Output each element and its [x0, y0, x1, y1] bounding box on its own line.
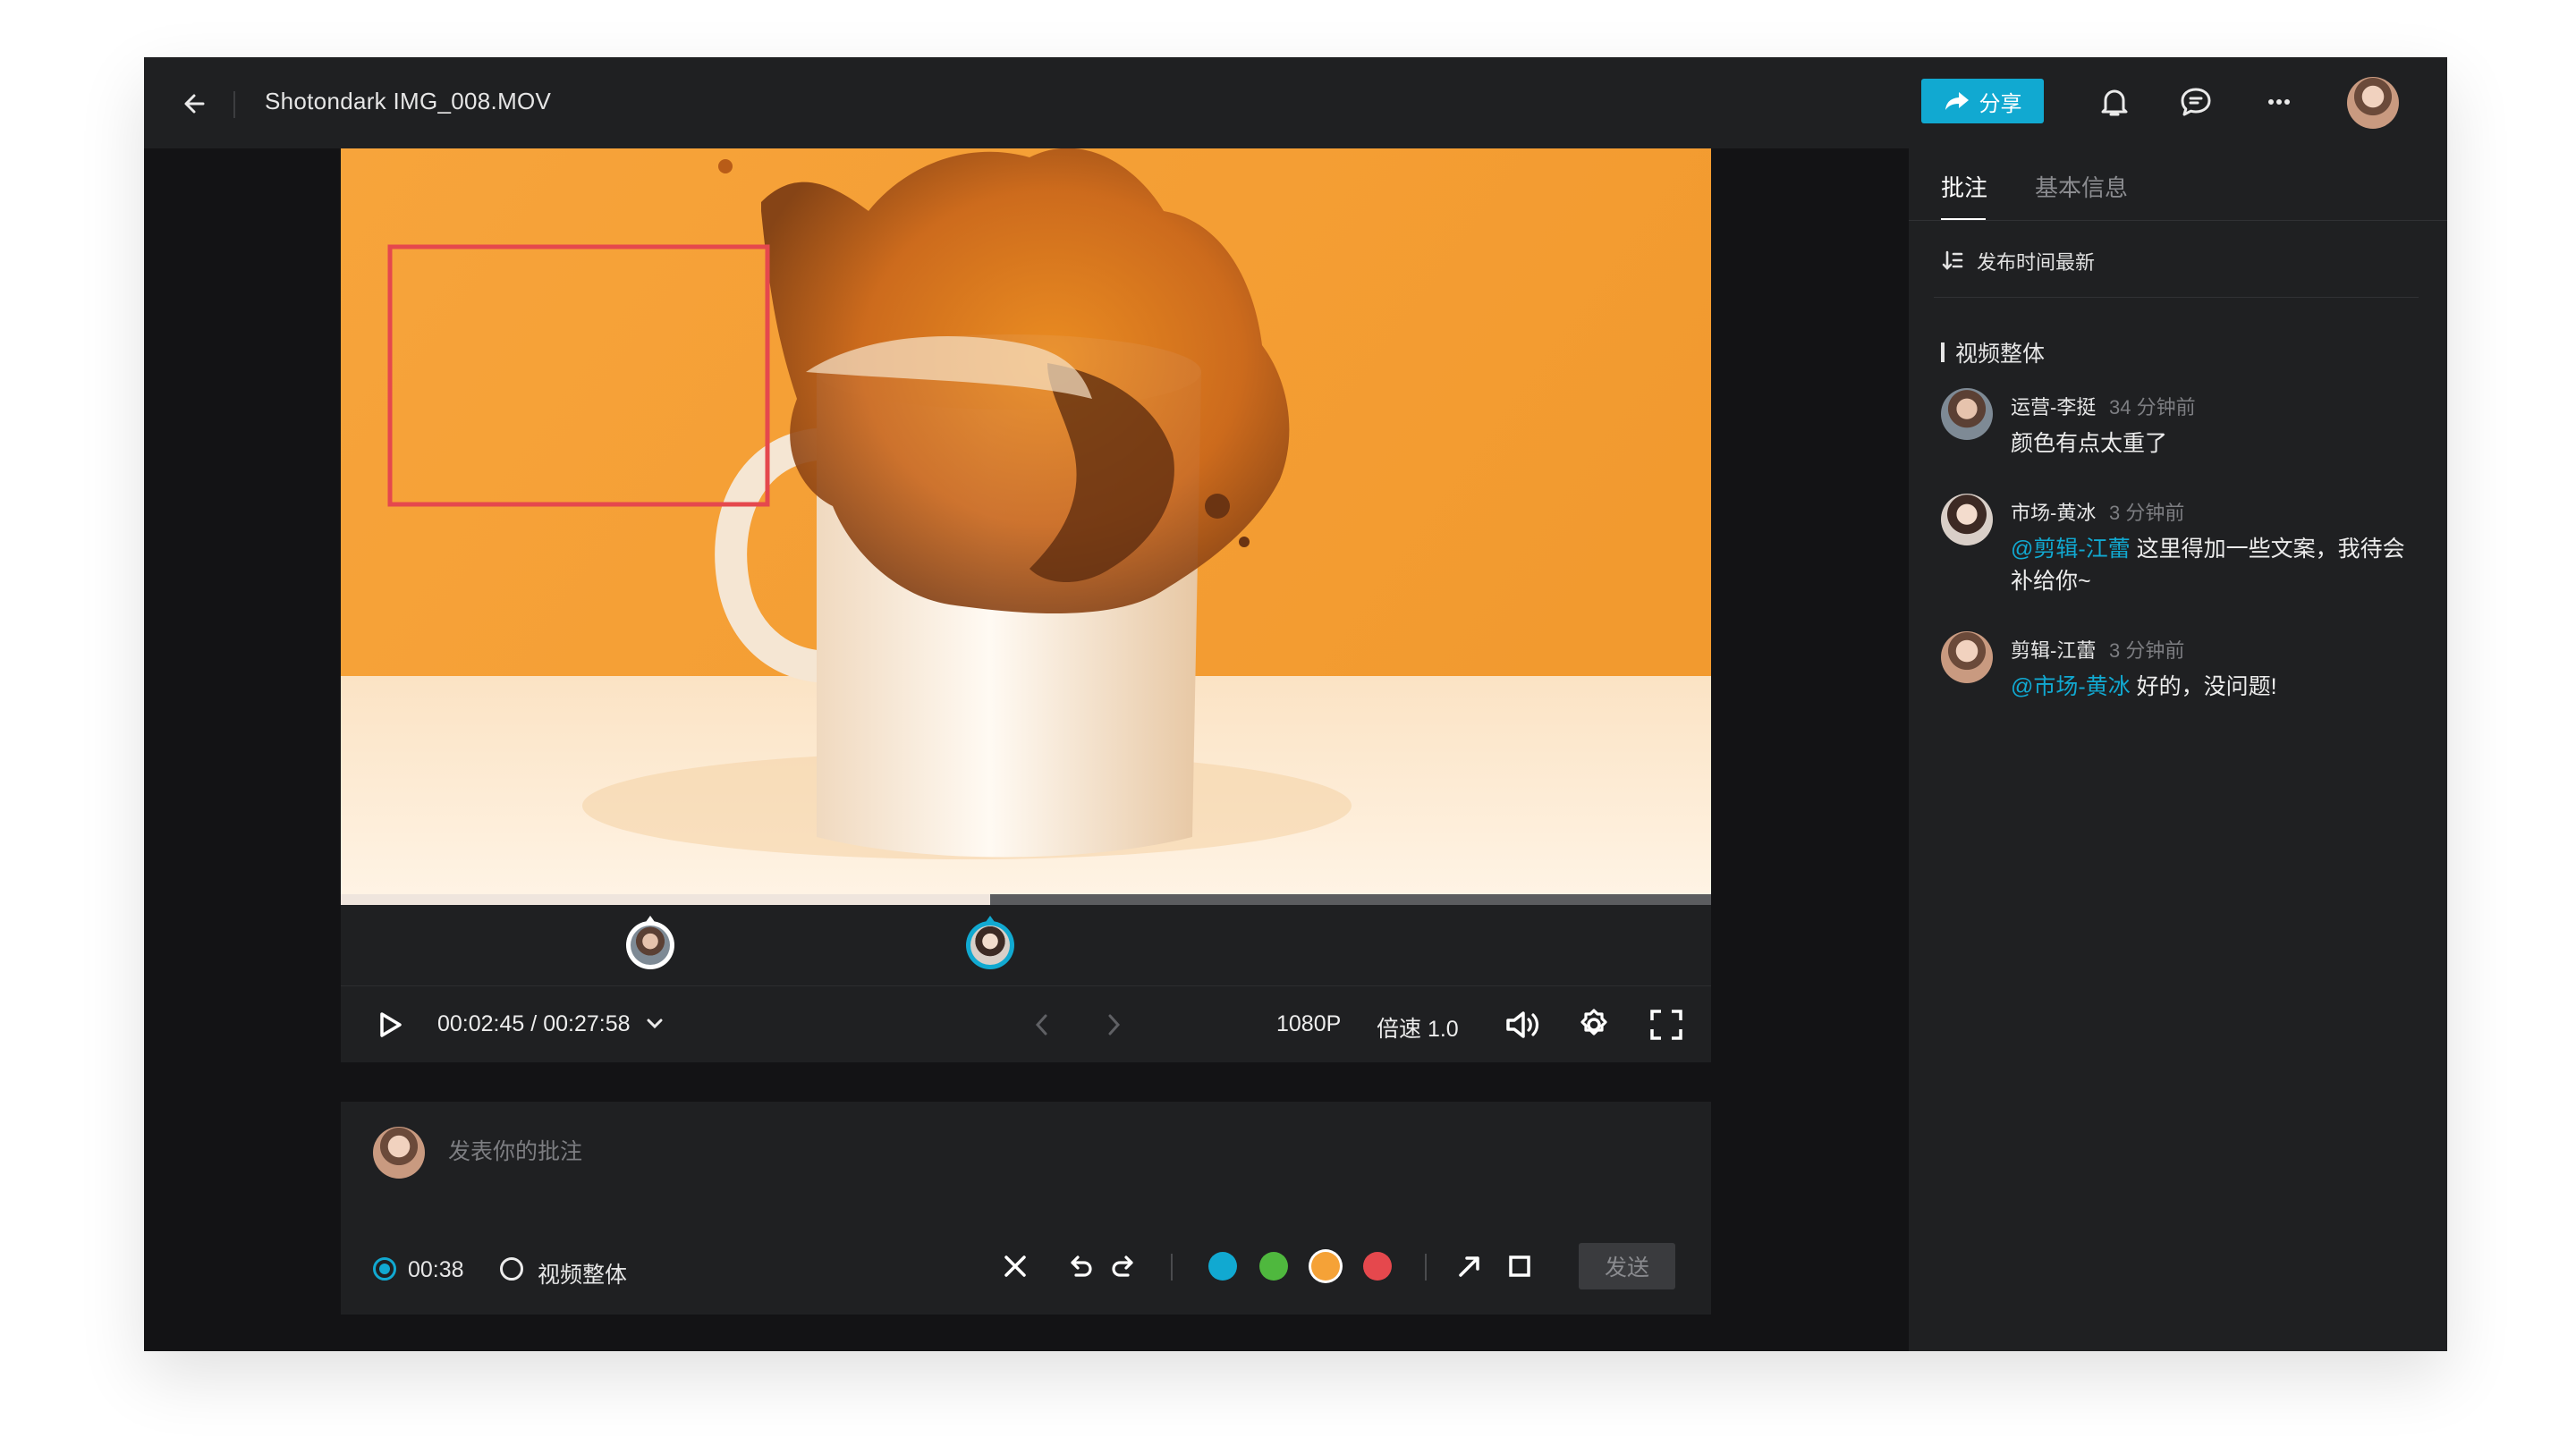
color-swatch-orange[interactable]	[1311, 1252, 1340, 1281]
top-bar: Shotondark IMG_008.MOV 分享	[144, 57, 2447, 148]
composer-avatar	[373, 1127, 425, 1179]
comment-body: @市场-黄冰 好的，没问题!	[2011, 671, 2422, 703]
more-icon[interactable]	[2258, 81, 2300, 123]
chat-bubble-icon[interactable]	[2175, 81, 2216, 123]
comment-input[interactable]	[448, 1134, 1611, 1170]
comment-author: 剪辑-江蕾	[2011, 639, 2097, 662]
comment-body: @剪辑-江蕾 这里得加一些文案，我待会补给你~	[2011, 533, 2422, 597]
video-frame[interactable]	[341, 148, 1711, 905]
time-separator: /	[530, 1011, 538, 1036]
comment-time: 3 分钟前	[2109, 502, 2185, 524]
comment-text: 好的，没问题!	[2130, 674, 2277, 699]
play-icon[interactable]	[375, 1010, 405, 1040]
comment-marker-1[interactable]	[626, 916, 674, 969]
comment-composer: 00:38 视频整体 发送	[341, 1102, 1711, 1315]
file-title: Shotondark IMG_008.MOV	[265, 88, 552, 114]
time-display: 00:02:45 / 00:27:58	[437, 1011, 631, 1037]
current-time: 00:02:45	[437, 1011, 525, 1036]
comment-body: 颜色有点太重了	[2011, 427, 2422, 460]
speed-selector[interactable]: 倍速 1.0	[1377, 1011, 1459, 1044]
tool-divider	[1171, 1254, 1173, 1281]
share-label: 分享	[1979, 91, 2022, 116]
tab-basic-info[interactable]: 基本信息	[2035, 170, 2128, 203]
tab-comments[interactable]: 批注	[1941, 170, 1987, 203]
radio-whole-video-label: 视频整体	[538, 1263, 628, 1288]
tabs-divider	[1909, 220, 2447, 221]
next-comment-icon[interactable]	[1103, 1011, 1124, 1038]
settings-icon[interactable]	[1575, 1006, 1613, 1044]
chevron-down-icon[interactable]	[645, 1017, 665, 1031]
user-avatar[interactable]	[2347, 77, 2399, 129]
comment-avatar	[1941, 494, 1993, 545]
back-arrow-icon[interactable]	[176, 84, 216, 123]
sort-label: 发布时间最新	[1977, 251, 2096, 274]
comment-avatar	[1941, 631, 1993, 683]
comments-panel: 批注 基本信息 发布时间最新 视频整体 运营-李挺 34 分钟前 颜色有点太重了	[1909, 148, 2447, 1351]
radio-timestamp-label: 00:38	[408, 1257, 464, 1282]
comment-text: 颜色有点太重了	[2011, 431, 2168, 456]
comment-author: 运营-李挺	[2011, 396, 2097, 418]
share-button[interactable]: 分享	[1921, 79, 2044, 123]
send-button[interactable]: 发送	[1579, 1243, 1675, 1289]
section-bar	[1941, 342, 1945, 362]
color-swatch-green[interactable]	[1259, 1252, 1288, 1281]
quality-selector[interactable]: 1080P	[1276, 1011, 1341, 1037]
marker-track	[341, 905, 1711, 985]
radio-timestamp[interactable]	[373, 1257, 396, 1281]
title-divider	[233, 91, 235, 118]
bell-icon[interactable]	[2094, 81, 2135, 123]
player-controls: 00:02:45 / 00:27:58 1080P 倍速 1.0	[341, 985, 1711, 1062]
volume-icon[interactable]	[1504, 1008, 1541, 1042]
comment-avatar	[1941, 388, 1993, 440]
sort-icon	[1942, 250, 1963, 270]
app-window: Shotondark IMG_008.MOV 分享 00:02:45 / 00:…	[144, 57, 2447, 1351]
section-header: 视频整体	[1941, 336, 2045, 368]
comment-marker-2[interactable]	[966, 916, 1014, 969]
comment-author: 市场-黄冰	[2011, 502, 2097, 524]
progress-fill	[341, 894, 991, 905]
fullscreen-icon[interactable]	[1648, 1008, 1684, 1042]
clear-icon[interactable]	[999, 1250, 1031, 1282]
comment-time: 3 分钟前	[2109, 639, 2185, 662]
tool-divider	[1425, 1254, 1427, 1281]
arrow-tool-icon[interactable]	[1453, 1250, 1486, 1282]
sort-divider	[1934, 297, 2419, 298]
rectangle-tool-icon[interactable]	[1504, 1250, 1536, 1282]
color-swatch-cyan[interactable]	[1208, 1252, 1237, 1281]
mention-link[interactable]: @剪辑-江蕾	[2011, 537, 2131, 562]
comment-time: 34 分钟前	[2109, 396, 2196, 418]
redo-icon[interactable]	[1108, 1250, 1140, 1282]
sort-control[interactable]: 发布时间最新	[1941, 247, 2095, 275]
section-title: 视频整体	[1955, 342, 2046, 367]
video-still	[341, 148, 1711, 905]
undo-icon[interactable]	[1063, 1250, 1096, 1282]
share-icon	[1945, 92, 1969, 110]
color-swatch-red[interactable]	[1363, 1252, 1392, 1281]
progress-track[interactable]	[341, 894, 1711, 905]
radio-whole-video[interactable]	[500, 1257, 523, 1281]
mention-link[interactable]: @市场-黄冰	[2011, 674, 2131, 699]
total-time: 00:27:58	[543, 1011, 631, 1036]
prev-comment-icon[interactable]	[1031, 1011, 1053, 1038]
